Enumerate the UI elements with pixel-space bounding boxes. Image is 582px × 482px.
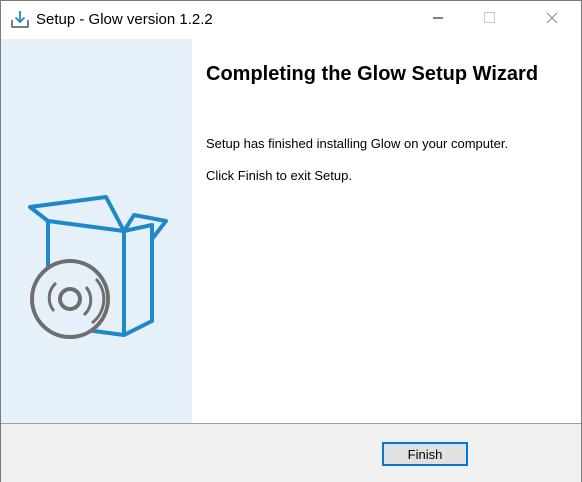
finished-message: Setup has finished installing Glow on yo… [206, 136, 509, 151]
maximize-icon [484, 11, 496, 29]
page-title: Completing the Glow Setup Wizard [206, 63, 539, 85]
cd-disc-icon [30, 259, 110, 339]
wizard-sidebar [1, 39, 192, 423]
setup-window: Setup - Glow version 1.2.2 Completing th… [0, 0, 582, 482]
button-bar: Finish [1, 423, 581, 482]
maximize-button [467, 1, 513, 39]
exit-instruction: Click Finish to exit Setup. [206, 168, 352, 183]
setup-download-icon [10, 9, 30, 29]
close-icon [546, 11, 558, 29]
window-title: Setup - Glow version 1.2.2 [36, 11, 213, 28]
minimize-button[interactable] [415, 1, 461, 39]
minimize-icon [432, 11, 444, 29]
title-bar[interactable]: Setup - Glow version 1.2.2 [1, 1, 581, 39]
wizard-content: Completing the Glow Setup Wizard Setup h… [192, 39, 581, 423]
software-box-icon [26, 195, 168, 343]
finish-button[interactable]: Finish [382, 442, 468, 466]
close-button[interactable] [529, 1, 575, 39]
